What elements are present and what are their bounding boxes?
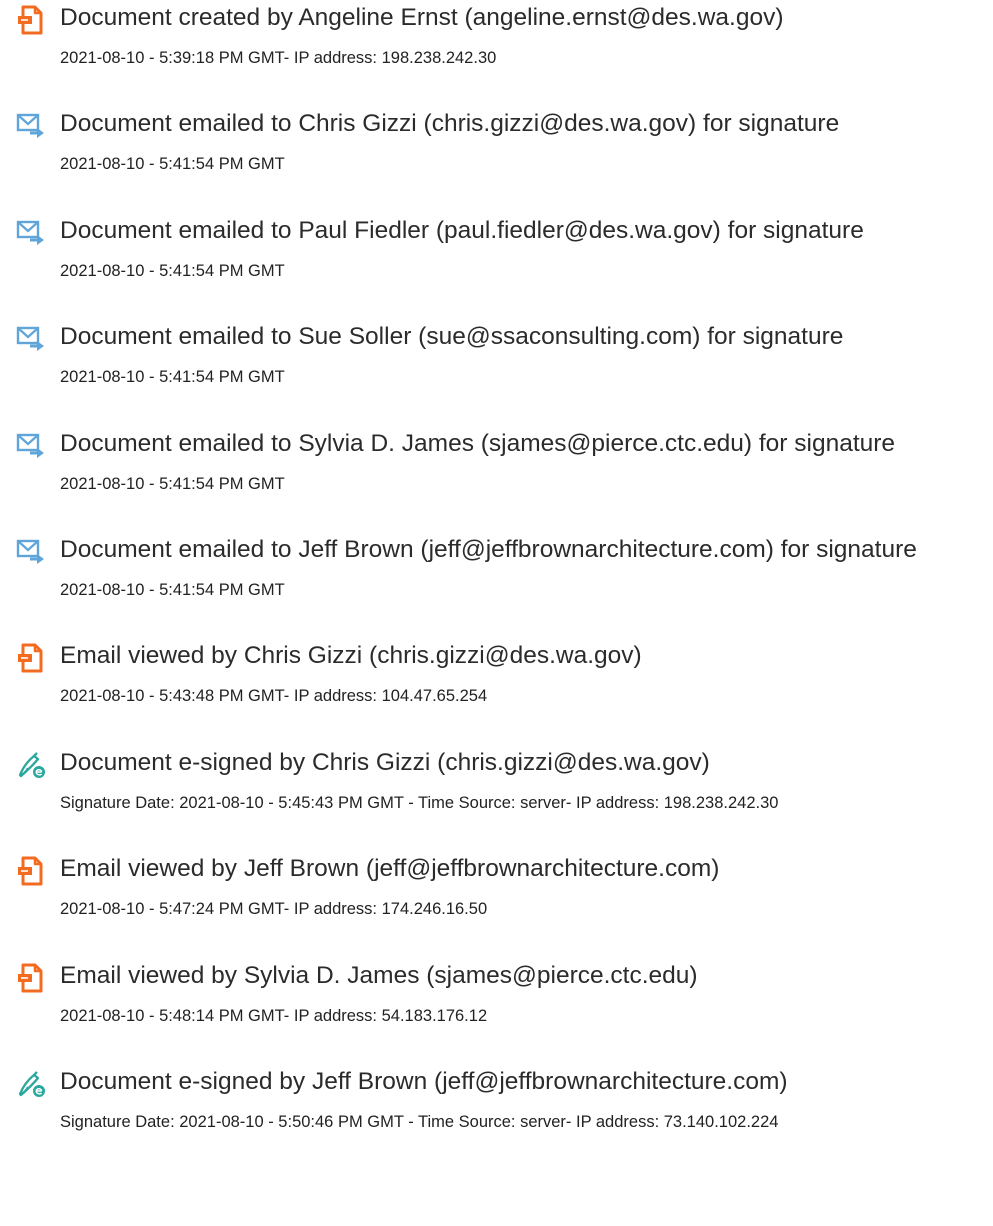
document-icon — [16, 856, 46, 886]
audit-event: Email viewed by Sylvia D. James (sjames@… — [0, 961, 993, 1041]
audit-event: Email viewed by Jeff Brown (jeff@jeffbro… — [0, 854, 993, 934]
event-detail: 2021-08-10 - 5:48:14 PM GMT- IP address:… — [60, 1006, 488, 1025]
event-title: Email viewed by Chris Gizzi (chris.gizzi… — [60, 642, 642, 670]
audit-event: Document e-signed by Jeff Brown (jeff@je… — [0, 1067, 993, 1147]
event-detail: 2021-08-10 - 5:41:54 PM GMT — [60, 155, 285, 174]
email-sent-icon — [16, 431, 46, 461]
event-title: Email viewed by Jeff Brown (jeff@jeffbro… — [60, 855, 720, 883]
event-detail: Signature Date: 2021-08-10 - 5:45:43 PM … — [60, 793, 779, 812]
audit-event: Document emailed to Chris Gizzi (chris.g… — [0, 109, 993, 189]
audit-event: Document emailed to Sylvia D. James (sja… — [0, 429, 993, 509]
event-title: Document created by Angeline Ernst (ange… — [60, 4, 784, 31]
event-detail: 2021-08-10 - 5:41:54 PM GMT — [60, 474, 285, 493]
event-title: Document emailed to Jeff Brown (jeff@jef… — [60, 536, 917, 563]
audit-event: Document created by Angeline Ernst (ange… — [0, 3, 993, 83]
event-title: Document emailed to Paul Fiedler (paul.f… — [60, 216, 864, 244]
event-title: Document e-signed by Jeff Brown (jeff@je… — [60, 1068, 788, 1095]
event-detail: 2021-08-10 - 5:41:54 PM GMT — [60, 368, 285, 387]
e-sign-icon — [16, 750, 46, 780]
audit-event: Document emailed to Jeff Brown (jeff@jef… — [0, 535, 993, 615]
audit-event: Document emailed to Paul Fiedler (paul.f… — [0, 216, 993, 296]
document-icon — [16, 5, 46, 35]
event-detail: 2021-08-10 - 5:41:54 PM GMT — [60, 581, 285, 599]
email-sent-icon — [16, 111, 46, 141]
audit-event: Email viewed by Chris Gizzi (chris.gizzi… — [0, 641, 993, 721]
event-detail: 2021-08-10 - 5:39:18 PM GMT- IP address:… — [60, 49, 497, 67]
email-sent-icon — [16, 324, 46, 354]
event-detail: 2021-08-10 - 5:41:54 PM GMT — [60, 261, 285, 280]
event-title: Email viewed by Sylvia D. James (sjames@… — [60, 961, 698, 989]
e-sign-icon — [16, 1069, 46, 1099]
event-detail: 2021-08-10 - 5:43:48 PM GMT- IP address:… — [60, 687, 488, 706]
document-icon — [16, 963, 46, 993]
audit-event: Document emailed to Sue Soller (sue@ssac… — [0, 322, 993, 402]
event-detail: Signature Date: 2021-08-10 - 5:50:46 PM … — [60, 1113, 779, 1131]
email-sent-icon — [16, 537, 46, 567]
event-title: Document emailed to Sylvia D. James (sja… — [60, 429, 896, 457]
event-detail: 2021-08-10 - 5:47:24 PM GMT- IP address:… — [60, 900, 488, 919]
event-title: Document emailed to Chris Gizzi (chris.g… — [60, 110, 840, 138]
event-title: Document emailed to Sue Soller (sue@ssac… — [60, 323, 844, 351]
audit-event: Document e-signed by Chris Gizzi (chris.… — [0, 748, 993, 828]
event-title: Document e-signed by Chris Gizzi (chris.… — [60, 748, 710, 776]
email-sent-icon — [16, 218, 46, 248]
document-icon — [16, 643, 46, 673]
